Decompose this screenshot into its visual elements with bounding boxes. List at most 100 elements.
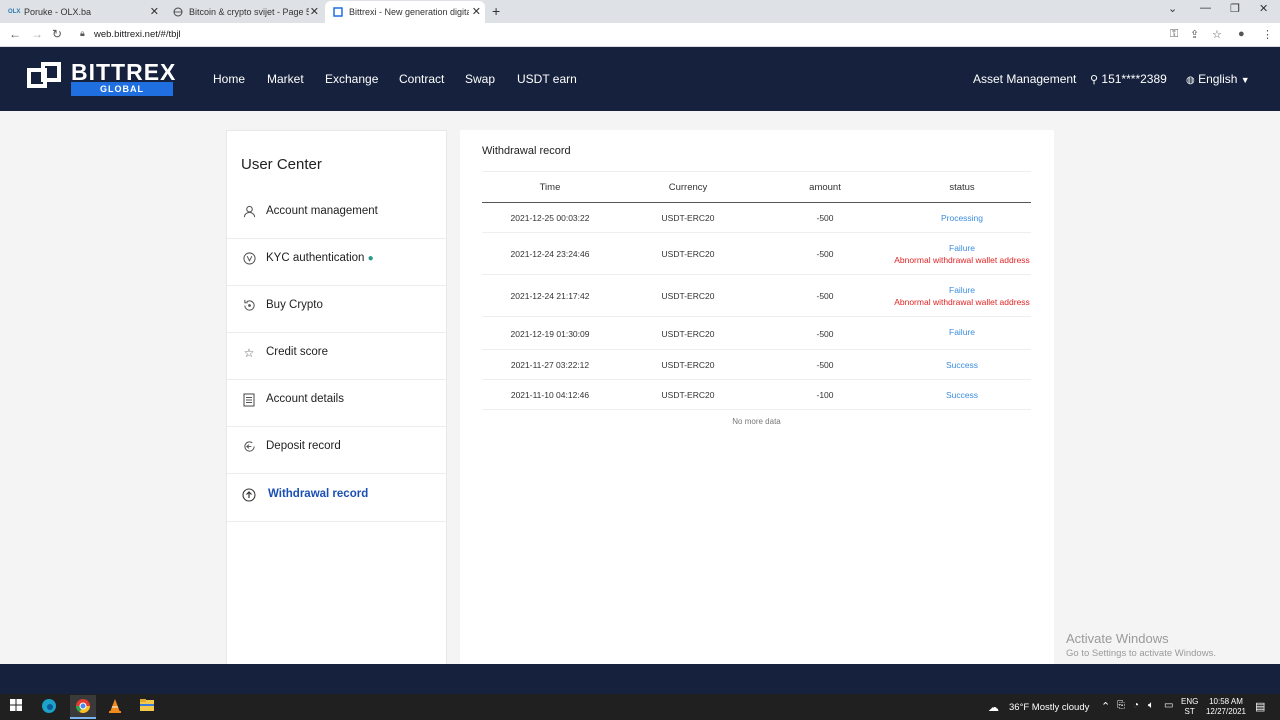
tab-label: Bittrexi - New generation digital	[349, 7, 469, 17]
windows-start-icon[interactable]	[7, 698, 25, 716]
table-header: Time Currency amount status	[482, 171, 1031, 203]
person-badge-icon: ●	[367, 253, 374, 264]
minimize-icon[interactable]: —	[1200, 2, 1211, 14]
profile-icon[interactable]: ●	[1238, 28, 1245, 40]
tab-label: Poruke - OLX.ba	[24, 7, 92, 17]
cell-amount: -500	[816, 360, 834, 370]
column-header-amount: amount	[809, 182, 841, 193]
status-badge: Failure	[949, 285, 975, 295]
close-icon[interactable]: ✕	[150, 5, 159, 18]
cell-currency: USDT-ERC20	[661, 213, 715, 223]
cell-amount: -500	[816, 329, 834, 339]
reload-icon[interactable]: ↻	[52, 27, 62, 41]
nav-swap[interactable]: Swap	[465, 72, 495, 86]
cell-amount: -500	[816, 249, 834, 259]
nav-market[interactable]: Market	[267, 72, 304, 86]
wifi-icon[interactable]: ◔	[1133, 700, 1139, 711]
browser-tab-bitcoin[interactable]: Bitcoin & crypto svijet - Page 59 ✕	[165, 1, 323, 23]
sidebar-item-deposit-record[interactable]: Deposit record	[227, 427, 446, 474]
cell-time: 2021-12-25 00:03:22	[510, 213, 590, 223]
sidebar-item-account-management[interactable]: Account management	[227, 192, 446, 239]
close-icon[interactable]: ✕	[310, 5, 319, 18]
volume-icon[interactable]: 🔈︎	[1148, 700, 1154, 711]
sidebar-item-label: Deposit record	[266, 440, 341, 452]
status-badge: Success	[945, 390, 979, 400]
column-header-time: Time	[539, 182, 561, 193]
edge-icon[interactable]	[40, 698, 58, 716]
weather-icon[interactable]: ☁	[988, 701, 999, 714]
sidebar-item-buy-crypto[interactable]: Buy Crypto	[227, 286, 446, 333]
cell-currency: USDT-ERC20	[661, 390, 715, 400]
footer-strip	[0, 664, 1280, 694]
clock[interactable]: 10:58 AM 12/27/2021	[1203, 697, 1249, 717]
cell-time: 2021-12-19 01:30:09	[510, 329, 590, 339]
close-icon[interactable]: ✕	[472, 5, 481, 18]
clock-time: 10:58 AM	[1209, 697, 1243, 706]
browser-tab-olx[interactable]: OLX Poruke - OLX.ba ✕	[0, 1, 163, 23]
table-row: 2021-12-19 01:30:09 USDT-ERC20 -500 Fail…	[482, 317, 1031, 350]
nav-contract[interactable]: Contract	[399, 72, 444, 86]
deposit-icon	[242, 440, 256, 454]
no-more-data: No more data	[732, 417, 781, 426]
activate-windows-watermark: Activate Windows Go to Settings to activ…	[1066, 631, 1216, 659]
star-icon: ☆	[243, 346, 255, 360]
bittrex-icon	[333, 7, 343, 17]
browser-tab-bittrexi[interactable]: Bittrexi - New generation digital ✕	[325, 1, 485, 23]
sidebar-item-kyc-authentication[interactable]: KYC authentication ●	[227, 239, 446, 286]
sidebar-item-credit-score[interactable]: ☆ Credit score	[227, 333, 446, 380]
back-icon[interactable]: ←	[9, 27, 21, 41]
cell-amount: -100	[816, 390, 834, 400]
site-header: BITTREX GLOBAL Home Market Exchange Cont…	[0, 47, 1280, 111]
status-badge: Processing	[940, 213, 984, 223]
lang-code: ENG	[1181, 697, 1199, 706]
share-icon[interactable]: ⇪	[1190, 28, 1199, 41]
logo-global-badge: GLOBAL	[71, 82, 173, 96]
more-menu-icon[interactable]: ⋮	[1262, 28, 1273, 41]
bookmark-star-icon[interactable]: ☆	[1212, 28, 1222, 41]
address-bar: ← → ↻ 🔒︎ web.bittrexi.net/#/tbjl ⚿ ⇪ ☆ ●…	[0, 23, 1280, 47]
sidebar-item-account-details[interactable]: Account details	[227, 380, 446, 427]
new-tab-icon[interactable]: +	[492, 3, 500, 19]
table-row: 2021-11-10 04:12:46 USDT-ERC20 -100 Succ…	[482, 380, 1031, 410]
clock-date: 12/27/2021	[1205, 707, 1247, 716]
battery-icon[interactable]: ▭	[1164, 700, 1173, 711]
chevron-up-icon[interactable]: ⌃	[1101, 700, 1110, 713]
asset-management-link[interactable]: Asset Management	[973, 72, 1076, 86]
windows-taskbar: ☁ 36°F Mostly cloudy ⌃ ⎘ ◔ 🔈︎ ▭ ENG ST 1…	[0, 694, 1280, 720]
chrome-icon[interactable]	[70, 695, 96, 719]
forward-icon[interactable]: →	[31, 27, 43, 41]
sidebar-item-label: KYC authentication ●	[266, 252, 374, 264]
weather-text[interactable]: 36°F Mostly cloudy	[1009, 702, 1089, 713]
language-label: English	[1198, 72, 1238, 86]
nav-usdt-earn[interactable]: USDT earn	[517, 72, 577, 86]
tab-search-icon[interactable]: ⌄	[1168, 2, 1177, 15]
url-field[interactable]: web.bittrexi.net/#/tbjl	[94, 29, 181, 40]
file-explorer-icon[interactable]	[138, 698, 156, 716]
sidebar-item-withdrawal-record[interactable]: Withdrawal record	[227, 475, 446, 522]
key-icon[interactable]: ⚿	[1170, 28, 1178, 41]
lock-icon[interactable]: 🔒︎	[80, 28, 85, 39]
language-indicator[interactable]: ENG ST	[1181, 697, 1198, 717]
watermark-title: Activate Windows	[1066, 631, 1169, 646]
nav-exchange[interactable]: Exchange	[325, 72, 378, 86]
language-select[interactable]: ◍ English ▼	[1186, 72, 1250, 86]
user-id: 151****2389	[1101, 72, 1167, 86]
page-title: Withdrawal record	[482, 145, 571, 157]
sidebar-item-label: Withdrawal record	[268, 488, 369, 500]
nav-home[interactable]: Home	[213, 72, 245, 86]
restore-icon[interactable]: ❐	[1230, 2, 1240, 15]
status-badge: Failure	[949, 243, 975, 253]
cell-currency: USDT-ERC20	[661, 249, 715, 259]
network-drive-icon[interactable]: ⎘	[1117, 700, 1125, 711]
status-note: Abnormal withdrawal wallet address	[894, 297, 1030, 307]
status-badge: Failure	[949, 327, 975, 337]
user-account-menu[interactable]: ⚲ 151****2389	[1090, 72, 1167, 86]
cell-time: 2021-12-24 21:17:42	[510, 291, 590, 301]
window-close-icon[interactable]: ✕	[1259, 2, 1268, 15]
table-row: 2021-11-27 03:22:12 USDT-ERC20 -500 Succ…	[482, 350, 1031, 380]
cell-time: 2021-12-24 23:24:46	[510, 249, 590, 259]
notification-icon[interactable]: ▤	[1255, 700, 1265, 713]
bittrex-logo-mark-icon	[27, 62, 61, 88]
vlc-icon[interactable]	[106, 698, 124, 716]
sidebar-item-label: Buy Crypto	[266, 299, 323, 311]
